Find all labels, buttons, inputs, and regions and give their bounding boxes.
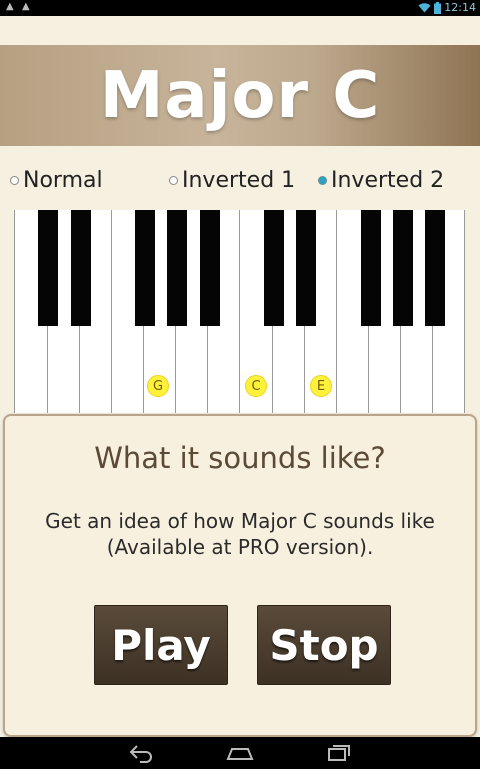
title-banner: Major C <box>0 45 480 146</box>
radio-unchecked-icon <box>10 176 19 185</box>
chord-title: Major C <box>99 58 381 133</box>
radio-inverted-1[interactable]: Inverted 1 <box>169 168 295 193</box>
black-key[interactable] <box>200 210 220 326</box>
warning-icon: ▲ <box>22 1 30 12</box>
black-key[interactable] <box>71 210 91 326</box>
black-key[interactable] <box>296 210 316 326</box>
back-icon[interactable] <box>128 743 154 763</box>
description-line: Get an idea of how Major C sounds like <box>45 509 435 533</box>
note-marker-e: E <box>310 375 332 397</box>
radio-label: Inverted 1 <box>182 168 296 193</box>
radio-normal[interactable]: Normal <box>10 168 103 193</box>
warning-icon: ▲ <box>6 1 14 12</box>
status-right: 12:14 <box>418 1 476 14</box>
wifi-icon <box>418 3 431 13</box>
status-bar: ▲ ▲ 12:14 <box>0 0 480 16</box>
sound-preview-card: What it sounds like? Get an idea of how … <box>3 414 477 737</box>
black-key[interactable] <box>361 210 381 326</box>
battery-icon <box>434 1 442 14</box>
black-key[interactable] <box>167 210 187 326</box>
recents-icon[interactable] <box>326 743 352 763</box>
navigation-bar <box>0 737 480 769</box>
radio-label: Normal <box>23 168 103 193</box>
status-clock: 12:14 <box>444 1 476 14</box>
black-key[interactable] <box>38 210 58 326</box>
black-key[interactable] <box>264 210 284 326</box>
radio-label: Inverted 2 <box>331 168 445 193</box>
radio-inverted-2[interactable]: Inverted 2 <box>318 168 444 193</box>
card-heading: What it sounds like? <box>94 441 386 475</box>
card-description: Get an idea of how Major C sounds like (… <box>5 508 475 560</box>
piano-keyboard: G C E <box>14 210 465 413</box>
black-key[interactable] <box>425 210 445 326</box>
black-key[interactable] <box>135 210 155 326</box>
play-button[interactable]: Play <box>94 605 228 685</box>
note-marker-c: C <box>245 375 267 397</box>
note-marker-g: G <box>147 375 169 397</box>
radio-checked-icon <box>318 176 327 185</box>
description-line: (Available at PRO version). <box>106 535 374 559</box>
black-key[interactable] <box>393 210 413 326</box>
radio-unchecked-icon <box>169 176 178 185</box>
voicing-radio-group: Normal Inverted 1 Inverted 2 <box>0 166 480 200</box>
home-icon[interactable] <box>226 743 254 763</box>
stop-button[interactable]: Stop <box>257 605 391 685</box>
